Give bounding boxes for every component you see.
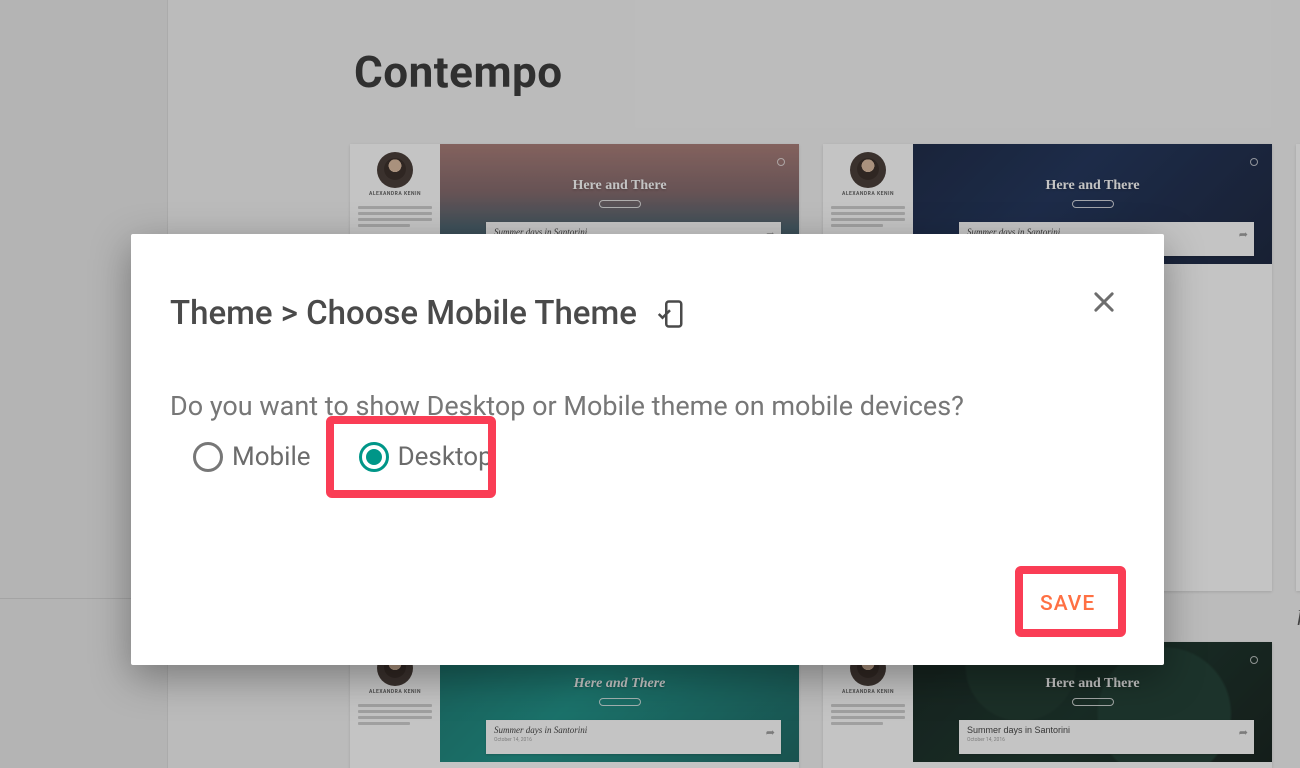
page-root: Contempo ALEXANDRA KENIN Here and There … bbox=[0, 0, 1300, 768]
modal-header: Theme > Choose Mobile Theme bbox=[170, 294, 685, 333]
radio-label: Desktop bbox=[398, 442, 493, 472]
radio-icon bbox=[193, 442, 223, 472]
radio-group: Mobile Desktop bbox=[193, 442, 493, 472]
radio-icon bbox=[359, 442, 389, 472]
radio-mobile[interactable]: Mobile bbox=[193, 442, 311, 472]
radio-desktop[interactable]: Desktop bbox=[359, 442, 493, 472]
breadcrumb: Theme > Choose Mobile Theme bbox=[170, 294, 637, 333]
mobile-theme-modal: Theme > Choose Mobile Theme Do you want … bbox=[131, 234, 1164, 665]
save-button[interactable]: SAVE bbox=[1034, 586, 1101, 622]
mobile-friendly-icon bbox=[655, 299, 685, 329]
close-button[interactable] bbox=[1084, 282, 1124, 322]
close-icon bbox=[1090, 288, 1118, 316]
modal-question: Do you want to show Desktop or Mobile th… bbox=[170, 390, 964, 422]
radio-label: Mobile bbox=[232, 442, 311, 472]
